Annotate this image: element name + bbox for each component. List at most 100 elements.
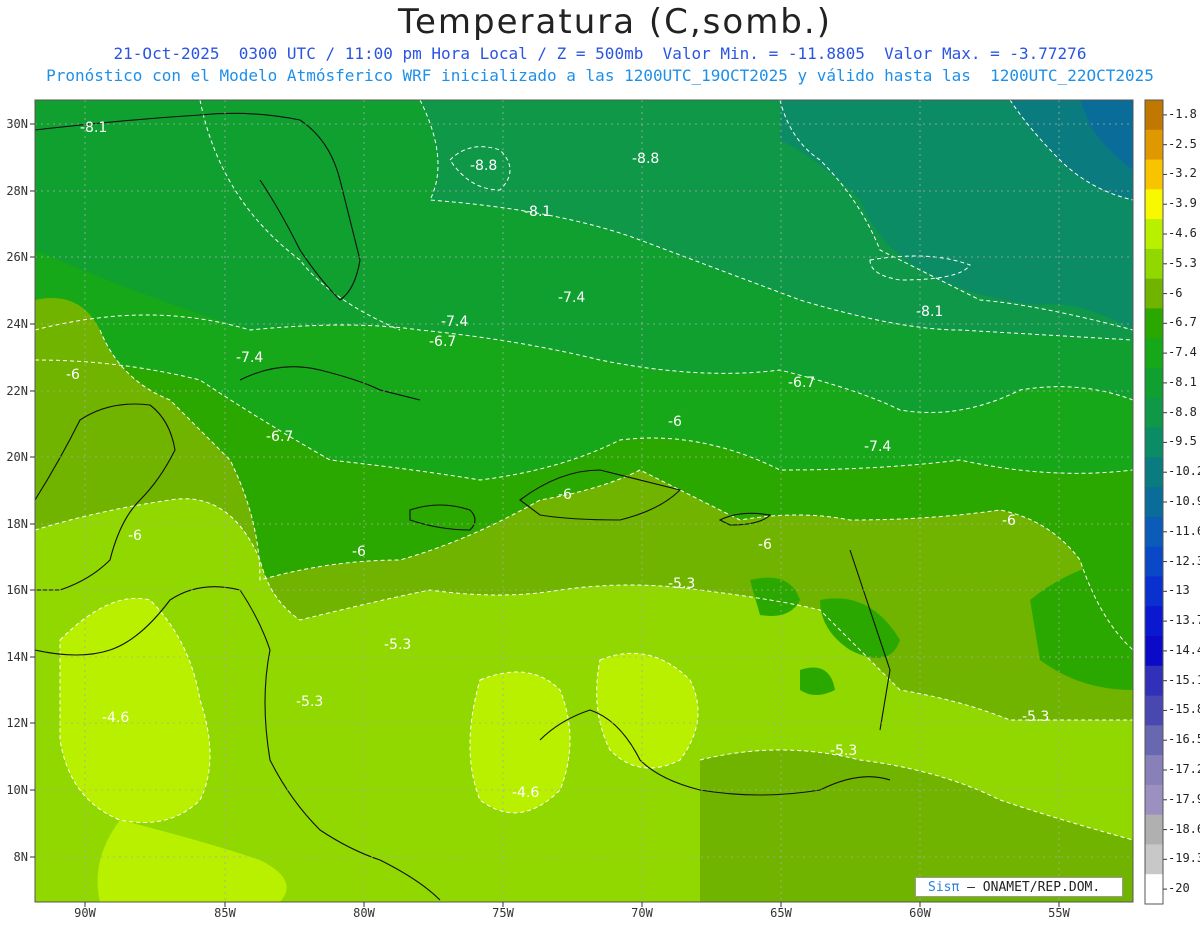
colorbar-swatch: [1145, 248, 1163, 280]
lat-label: 22N: [6, 384, 28, 398]
colorbar-label: -11.6: [1168, 523, 1200, 538]
colorbar-label: -13: [1168, 583, 1190, 598]
colorbar-label: -14.4: [1168, 642, 1200, 657]
colorbar-label: -3.9: [1168, 196, 1197, 211]
contour-label: -6.7: [788, 375, 816, 391]
colorbar-label: -10.9: [1168, 494, 1200, 508]
contour-label: -8.1: [80, 120, 108, 136]
contour-label: -6: [1002, 513, 1016, 529]
colorbar-label: -12.3: [1168, 553, 1200, 568]
colorbar-swatch: [1145, 636, 1163, 667]
contour-label: -8.1: [916, 304, 944, 320]
contour-label: -4.6: [512, 785, 540, 801]
contour-label: -8.8: [632, 151, 660, 167]
colorbar-label: -8.8: [1168, 404, 1197, 419]
lon-label: 75W: [492, 906, 514, 920]
colorbar-swatch: [1145, 606, 1163, 637]
lon-label: 70W: [631, 906, 653, 920]
contour-label: -6: [758, 537, 772, 553]
contour-label: -6: [128, 528, 142, 544]
lon-label: 65W: [770, 906, 792, 920]
colorbar-swatch: [1145, 129, 1163, 161]
temperature-map: [30, 99, 1167, 907]
temperature-field: [35, 100, 1133, 902]
colorbar-swatch: [1145, 457, 1163, 488]
colorbar-swatch: [1145, 368, 1163, 399]
contour-label: -5.3: [384, 637, 412, 653]
contour-label: -6: [352, 544, 366, 560]
contour-label: -5.3: [668, 576, 696, 592]
lat-label: 20N: [6, 450, 28, 464]
lat-label: 14N: [6, 650, 28, 664]
colorbar-label: -18.6: [1168, 821, 1200, 836]
colorbar-swatch: [1145, 755, 1163, 786]
colorbar-label: -17.2: [1168, 762, 1200, 776]
colorbar-swatch: [1145, 278, 1163, 309]
colorbar: [1144, 99, 1167, 905]
lat-label: 10N: [6, 783, 28, 797]
contour-label: -7.4: [236, 350, 264, 366]
contour-label: -7.4: [441, 314, 469, 330]
lon-label: 60W: [909, 906, 931, 920]
colorbar-swatch: [1145, 844, 1163, 875]
colorbar-swatch: [1145, 397, 1163, 429]
contour-label: -4.6: [102, 710, 130, 726]
colorbar-label: -10.2: [1168, 464, 1200, 479]
colorbar-label: -4.6: [1168, 226, 1197, 240]
credit-logo: Sisπ: [928, 880, 960, 895]
lat-label: 28N: [6, 184, 28, 198]
colorbar-swatch: [1145, 814, 1163, 845]
contour-label: -8.8: [470, 158, 498, 174]
colorbar-swatch: [1145, 159, 1163, 190]
colorbar-swatch: [1145, 338, 1163, 369]
colorbar-label: -20: [1168, 881, 1190, 896]
lat-label: 12N: [6, 716, 28, 730]
contour-label: -5.3: [1022, 709, 1050, 725]
colorbar-label: -3.2: [1168, 166, 1197, 181]
colorbar-label: -15.8: [1168, 702, 1200, 717]
lon-label: 55W: [1048, 906, 1070, 920]
colorbar-swatch: [1145, 874, 1163, 905]
lat-label: 16N: [6, 583, 28, 597]
colorbar-swatch: [1145, 100, 1163, 131]
credit-org: – ONAMET/REP.DOM.: [967, 880, 1101, 895]
colorbar-swatch: [1145, 784, 1163, 816]
colorbar-swatch: [1145, 725, 1163, 756]
colorbar-label: -16.5: [1168, 732, 1200, 747]
colorbar-label: -2.5: [1168, 136, 1197, 151]
colorbar-label: -5.3: [1168, 255, 1197, 270]
colorbar-label: -9.5: [1168, 434, 1197, 449]
contour-label: -8.1: [524, 204, 552, 220]
contour-label: -7.4: [864, 439, 892, 455]
colorbar-label: -17.9: [1168, 791, 1200, 806]
contour-label: -6: [66, 367, 80, 383]
lat-label: 18N: [6, 517, 28, 531]
colorbar-swatch: [1145, 695, 1163, 726]
colorbar-swatch: [1145, 665, 1163, 697]
contour-label: -6: [558, 487, 572, 503]
colorbar-swatch: [1145, 516, 1163, 548]
colorbar-label: -6: [1168, 285, 1183, 300]
colorbar-swatch: [1145, 219, 1163, 250]
colorbar-swatch: [1145, 487, 1163, 518]
colorbar-label: -1.8: [1168, 106, 1197, 121]
contour-label: -5.3: [830, 743, 858, 759]
lon-label: 90W: [74, 906, 96, 920]
lon-label: 80W: [353, 906, 375, 920]
colorbar-swatch: [1145, 427, 1163, 458]
contour-label: -6.7: [266, 429, 294, 445]
lon-label: 85W: [214, 906, 236, 920]
contour-label: -6.7: [429, 334, 457, 350]
colorbar-label: -19.3: [1168, 851, 1200, 866]
colorbar-label: -13.7: [1168, 613, 1200, 628]
credit-box: Sisπ – ONAMET/REP.DOM.: [915, 877, 1123, 897]
contour-label: -6: [668, 414, 682, 430]
colorbar-swatch: [1145, 576, 1163, 607]
colorbar-label: -15.1: [1168, 672, 1200, 687]
colorbar-swatch: [1145, 308, 1163, 339]
colorbar-label: -6.7: [1168, 315, 1197, 330]
lat-label: 8N: [13, 850, 28, 864]
colorbar-swatch: [1145, 189, 1163, 220]
colorbar-swatch: [1145, 546, 1163, 577]
lat-label: 24N: [6, 317, 28, 331]
